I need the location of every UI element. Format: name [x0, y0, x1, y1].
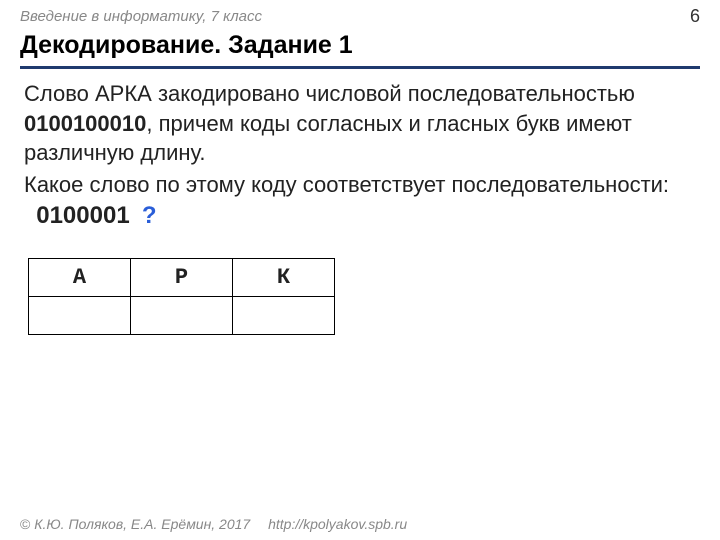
cell-a [29, 297, 131, 335]
page-title: Декодирование. Задание 1 [20, 31, 700, 64]
content: Слово АРКА закодировано числовой последо… [0, 69, 720, 335]
code-table: А Р К [28, 258, 696, 335]
table-header-row: А Р К [29, 259, 335, 297]
cell-k [233, 297, 335, 335]
p1-code: 0100100010 [24, 111, 146, 136]
paragraph-2: Какое слово по этому коду соответствует … [24, 170, 696, 232]
footer: © К.Ю. Поляков, Е.А. Ерёмин, 2017 http:/… [20, 516, 407, 532]
copyright-symbol: © [20, 516, 30, 532]
th-r: Р [131, 259, 233, 297]
p2-text: Какое слово по этому коду соответствует … [24, 172, 669, 197]
page-number: 6 [690, 6, 700, 27]
question-mark: ? [142, 202, 157, 229]
breadcrumb: Введение в информатику, 7 класс [20, 8, 262, 25]
title-block: Декодирование. Задание 1 [0, 31, 720, 69]
header-bar: Введение в информатику, 7 класс 6 [0, 0, 720, 31]
question-code: 0100001 [36, 202, 129, 229]
footer-authors: К.Ю. Поляков, Е.А. Ерёмин, 2017 [34, 516, 250, 532]
cell-r [131, 297, 233, 335]
table-value-row [29, 297, 335, 335]
th-k: К [233, 259, 335, 297]
th-a: А [29, 259, 131, 297]
p1-text-a: Слово АРКА закодировано числовой последо… [24, 81, 635, 106]
paragraph-1: Слово АРКА закодировано числовой последо… [24, 79, 696, 168]
footer-url: http://kpolyakov.spb.ru [268, 516, 407, 532]
